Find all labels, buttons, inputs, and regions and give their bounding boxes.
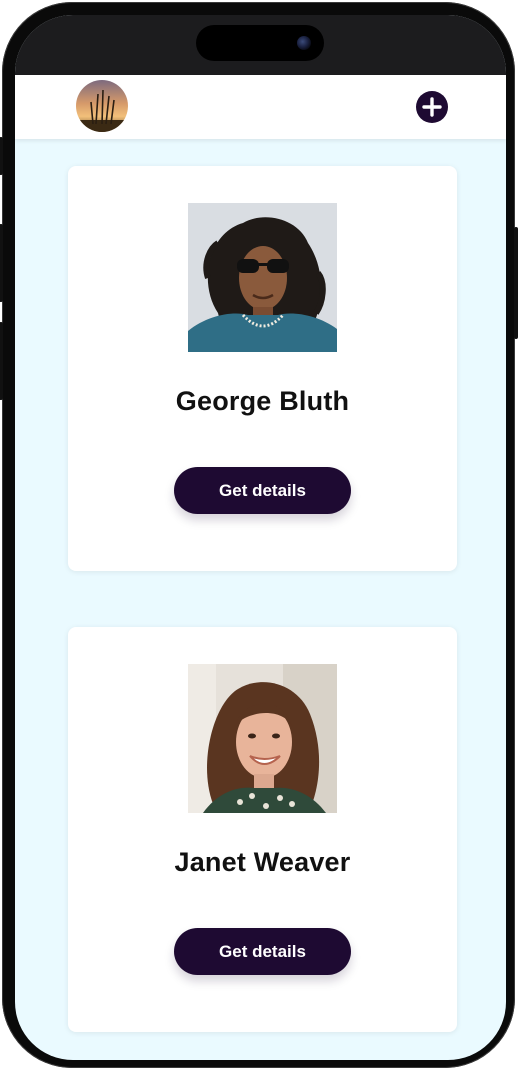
phone-frame: George Bluth Get details Janet Weaver Ge… — [0, 2, 518, 1068]
portrait-man-sunglasses — [188, 203, 337, 352]
phone-screen: George Bluth Get details Janet Weaver Ge… — [15, 15, 506, 1060]
power-button — [514, 227, 518, 339]
add-user-button[interactable] — [416, 91, 448, 123]
action-button — [0, 137, 3, 175]
profile-avatar[interactable] — [76, 80, 128, 132]
get-details-button[interactable]: Get details — [174, 467, 351, 514]
portrait-woman-smiling — [188, 664, 337, 813]
user-name: Janet Weaver — [174, 847, 351, 877]
user-photo — [188, 664, 337, 813]
avatar-image — [76, 80, 128, 132]
plus-icon — [422, 97, 442, 117]
dynamic-island — [196, 25, 324, 61]
status-bar — [15, 15, 506, 75]
volume-up-button — [0, 224, 3, 302]
volume-down-button — [0, 322, 3, 400]
user-name: George Bluth — [175, 386, 350, 416]
user-photo — [188, 203, 337, 352]
user-card: George Bluth Get details — [68, 166, 457, 571]
user-card: Janet Weaver Get details — [68, 627, 457, 1032]
get-details-button[interactable]: Get details — [174, 928, 351, 975]
user-list: George Bluth Get details Janet Weaver Ge… — [15, 139, 506, 1060]
camera-icon — [297, 36, 311, 50]
app-header — [15, 75, 506, 139]
